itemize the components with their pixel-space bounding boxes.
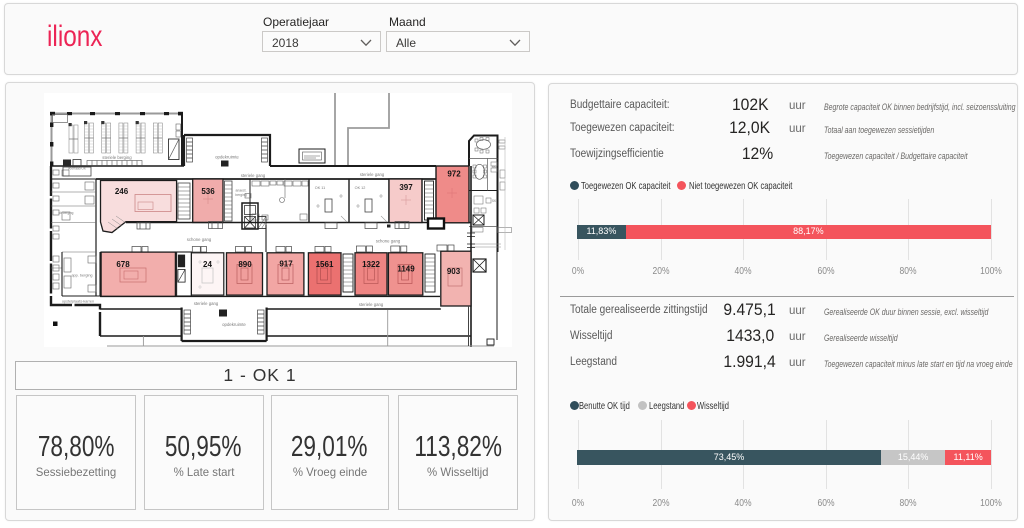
svg-text:OK 12: OK 12 [355, 186, 366, 190]
svg-text:anaest.: anaest. [235, 189, 246, 193]
svg-text:678: 678 [116, 260, 130, 269]
svg-text:903: 903 [447, 267, 461, 276]
svg-text:24: 24 [203, 260, 212, 269]
svg-text:voorraad OK: voorraad OK [68, 167, 87, 171]
svg-text:1322: 1322 [362, 260, 380, 269]
svg-text:steriele gang: steriele gang [360, 172, 385, 177]
svg-text:917: 917 [279, 260, 293, 269]
svg-text:app. berging: app. berging [71, 274, 92, 278]
svg-text:schone gang: schone gang [187, 237, 212, 242]
svg-text:ok berging: ok berging [59, 211, 74, 215]
svg-text:972: 972 [447, 170, 461, 179]
svg-text:536: 536 [201, 187, 215, 196]
svg-text:opdekruimte: opdekruimte [222, 322, 246, 327]
svg-text:397: 397 [399, 183, 413, 192]
svg-text:berging: berging [235, 193, 246, 197]
svg-text:890: 890 [238, 260, 252, 269]
svg-text:schone gang: schone gang [376, 239, 401, 244]
svg-text:1561: 1561 [316, 260, 334, 269]
svg-text:1149: 1149 [397, 265, 415, 274]
svg-text:OK 11: OK 11 [315, 186, 325, 190]
svg-text:steriele gang: steriele gang [241, 173, 266, 178]
svg-text:246: 246 [115, 187, 129, 196]
